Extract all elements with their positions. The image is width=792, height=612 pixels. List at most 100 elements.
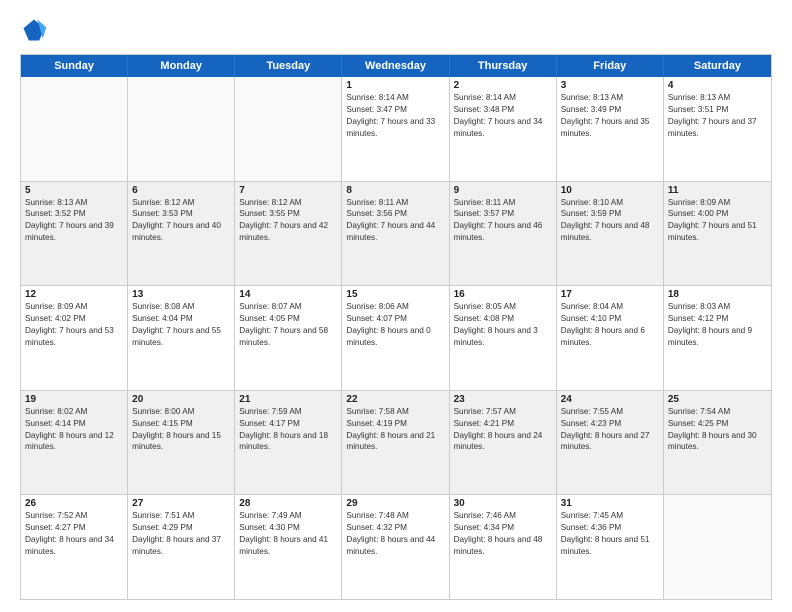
calendar-row-2: 12Sunrise: 8:09 AMSunset: 4:02 PMDayligh… xyxy=(21,286,771,391)
day-info: Sunrise: 8:11 AMSunset: 3:56 PMDaylight:… xyxy=(346,197,444,245)
day-number: 3 xyxy=(561,80,659,91)
day-header-monday: Monday xyxy=(128,55,235,77)
day-number: 9 xyxy=(454,185,552,196)
day-cell-2: 2Sunrise: 8:14 AMSunset: 3:48 PMDaylight… xyxy=(450,77,557,181)
day-number: 8 xyxy=(346,185,444,196)
day-cell-9: 9Sunrise: 8:11 AMSunset: 3:57 PMDaylight… xyxy=(450,182,557,286)
day-info: Sunrise: 7:48 AMSunset: 4:32 PMDaylight:… xyxy=(346,510,444,558)
day-number: 24 xyxy=(561,394,659,405)
day-info: Sunrise: 8:09 AMSunset: 4:02 PMDaylight:… xyxy=(25,301,123,349)
empty-cell xyxy=(21,77,128,181)
day-info: Sunrise: 8:14 AMSunset: 3:48 PMDaylight:… xyxy=(454,92,552,140)
day-cell-8: 8Sunrise: 8:11 AMSunset: 3:56 PMDaylight… xyxy=(342,182,449,286)
day-number: 4 xyxy=(668,80,767,91)
logo-icon xyxy=(20,16,48,44)
day-cell-23: 23Sunrise: 7:57 AMSunset: 4:21 PMDayligh… xyxy=(450,391,557,495)
day-info: Sunrise: 8:07 AMSunset: 4:05 PMDaylight:… xyxy=(239,301,337,349)
day-info: Sunrise: 8:02 AMSunset: 4:14 PMDaylight:… xyxy=(25,406,123,454)
day-cell-25: 25Sunrise: 7:54 AMSunset: 4:25 PMDayligh… xyxy=(664,391,771,495)
day-cell-17: 17Sunrise: 8:04 AMSunset: 4:10 PMDayligh… xyxy=(557,286,664,390)
calendar-row-3: 19Sunrise: 8:02 AMSunset: 4:14 PMDayligh… xyxy=(21,391,771,496)
day-info: Sunrise: 7:59 AMSunset: 4:17 PMDaylight:… xyxy=(239,406,337,454)
day-cell-12: 12Sunrise: 8:09 AMSunset: 4:02 PMDayligh… xyxy=(21,286,128,390)
day-info: Sunrise: 8:12 AMSunset: 3:53 PMDaylight:… xyxy=(132,197,230,245)
day-header-tuesday: Tuesday xyxy=(235,55,342,77)
day-number: 2 xyxy=(454,80,552,91)
day-cell-27: 27Sunrise: 7:51 AMSunset: 4:29 PMDayligh… xyxy=(128,495,235,599)
day-info: Sunrise: 8:10 AMSunset: 3:59 PMDaylight:… xyxy=(561,197,659,245)
day-info: Sunrise: 8:09 AMSunset: 4:00 PMDaylight:… xyxy=(668,197,767,245)
day-number: 28 xyxy=(239,498,337,509)
day-number: 27 xyxy=(132,498,230,509)
day-number: 23 xyxy=(454,394,552,405)
day-info: Sunrise: 7:55 AMSunset: 4:23 PMDaylight:… xyxy=(561,406,659,454)
day-number: 30 xyxy=(454,498,552,509)
calendar-body: 1Sunrise: 8:14 AMSunset: 3:47 PMDaylight… xyxy=(21,77,771,599)
day-cell-5: 5Sunrise: 8:13 AMSunset: 3:52 PMDaylight… xyxy=(21,182,128,286)
day-cell-16: 16Sunrise: 8:05 AMSunset: 4:08 PMDayligh… xyxy=(450,286,557,390)
day-number: 21 xyxy=(239,394,337,405)
day-info: Sunrise: 8:05 AMSunset: 4:08 PMDaylight:… xyxy=(454,301,552,349)
day-info: Sunrise: 8:11 AMSunset: 3:57 PMDaylight:… xyxy=(454,197,552,245)
day-number: 1 xyxy=(346,80,444,91)
calendar-row-0: 1Sunrise: 8:14 AMSunset: 3:47 PMDaylight… xyxy=(21,77,771,182)
day-number: 11 xyxy=(668,185,767,196)
day-header-thursday: Thursday xyxy=(450,55,557,77)
header xyxy=(20,16,772,44)
empty-cell xyxy=(128,77,235,181)
day-number: 20 xyxy=(132,394,230,405)
day-cell-21: 21Sunrise: 7:59 AMSunset: 4:17 PMDayligh… xyxy=(235,391,342,495)
day-number: 13 xyxy=(132,289,230,300)
day-info: Sunrise: 7:54 AMSunset: 4:25 PMDaylight:… xyxy=(668,406,767,454)
day-number: 25 xyxy=(668,394,767,405)
day-cell-31: 31Sunrise: 7:45 AMSunset: 4:36 PMDayligh… xyxy=(557,495,664,599)
day-cell-22: 22Sunrise: 7:58 AMSunset: 4:19 PMDayligh… xyxy=(342,391,449,495)
day-cell-24: 24Sunrise: 7:55 AMSunset: 4:23 PMDayligh… xyxy=(557,391,664,495)
day-info: Sunrise: 8:00 AMSunset: 4:15 PMDaylight:… xyxy=(132,406,230,454)
day-number: 14 xyxy=(239,289,337,300)
day-header-saturday: Saturday xyxy=(664,55,771,77)
day-info: Sunrise: 7:46 AMSunset: 4:34 PMDaylight:… xyxy=(454,510,552,558)
day-header-friday: Friday xyxy=(557,55,664,77)
day-cell-13: 13Sunrise: 8:08 AMSunset: 4:04 PMDayligh… xyxy=(128,286,235,390)
day-number: 6 xyxy=(132,185,230,196)
day-cell-20: 20Sunrise: 8:00 AMSunset: 4:15 PMDayligh… xyxy=(128,391,235,495)
day-cell-1: 1Sunrise: 8:14 AMSunset: 3:47 PMDaylight… xyxy=(342,77,449,181)
day-number: 15 xyxy=(346,289,444,300)
day-info: Sunrise: 8:13 AMSunset: 3:51 PMDaylight:… xyxy=(668,92,767,140)
day-info: Sunrise: 7:51 AMSunset: 4:29 PMDaylight:… xyxy=(132,510,230,558)
logo xyxy=(20,16,52,44)
day-cell-19: 19Sunrise: 8:02 AMSunset: 4:14 PMDayligh… xyxy=(21,391,128,495)
day-info: Sunrise: 7:49 AMSunset: 4:30 PMDaylight:… xyxy=(239,510,337,558)
day-number: 22 xyxy=(346,394,444,405)
day-number: 26 xyxy=(25,498,123,509)
day-header-wednesday: Wednesday xyxy=(342,55,449,77)
day-cell-4: 4Sunrise: 8:13 AMSunset: 3:51 PMDaylight… xyxy=(664,77,771,181)
day-cell-14: 14Sunrise: 8:07 AMSunset: 4:05 PMDayligh… xyxy=(235,286,342,390)
day-info: Sunrise: 8:13 AMSunset: 3:49 PMDaylight:… xyxy=(561,92,659,140)
day-number: 31 xyxy=(561,498,659,509)
day-info: Sunrise: 7:57 AMSunset: 4:21 PMDaylight:… xyxy=(454,406,552,454)
empty-cell xyxy=(235,77,342,181)
day-info: Sunrise: 8:06 AMSunset: 4:07 PMDaylight:… xyxy=(346,301,444,349)
day-cell-6: 6Sunrise: 8:12 AMSunset: 3:53 PMDaylight… xyxy=(128,182,235,286)
day-cell-18: 18Sunrise: 8:03 AMSunset: 4:12 PMDayligh… xyxy=(664,286,771,390)
day-cell-29: 29Sunrise: 7:48 AMSunset: 4:32 PMDayligh… xyxy=(342,495,449,599)
day-info: Sunrise: 8:08 AMSunset: 4:04 PMDaylight:… xyxy=(132,301,230,349)
calendar-row-1: 5Sunrise: 8:13 AMSunset: 3:52 PMDaylight… xyxy=(21,182,771,287)
day-number: 7 xyxy=(239,185,337,196)
day-info: Sunrise: 7:58 AMSunset: 4:19 PMDaylight:… xyxy=(346,406,444,454)
day-cell-7: 7Sunrise: 8:12 AMSunset: 3:55 PMDaylight… xyxy=(235,182,342,286)
day-info: Sunrise: 8:12 AMSunset: 3:55 PMDaylight:… xyxy=(239,197,337,245)
day-number: 29 xyxy=(346,498,444,509)
day-number: 19 xyxy=(25,394,123,405)
day-header-sunday: Sunday xyxy=(21,55,128,77)
day-info: Sunrise: 8:13 AMSunset: 3:52 PMDaylight:… xyxy=(25,197,123,245)
page: SundayMondayTuesdayWednesdayThursdayFrid… xyxy=(0,0,792,612)
day-cell-28: 28Sunrise: 7:49 AMSunset: 4:30 PMDayligh… xyxy=(235,495,342,599)
day-cell-10: 10Sunrise: 8:10 AMSunset: 3:59 PMDayligh… xyxy=(557,182,664,286)
calendar: SundayMondayTuesdayWednesdayThursdayFrid… xyxy=(20,54,772,600)
day-cell-15: 15Sunrise: 8:06 AMSunset: 4:07 PMDayligh… xyxy=(342,286,449,390)
calendar-row-4: 26Sunrise: 7:52 AMSunset: 4:27 PMDayligh… xyxy=(21,495,771,599)
day-cell-11: 11Sunrise: 8:09 AMSunset: 4:00 PMDayligh… xyxy=(664,182,771,286)
